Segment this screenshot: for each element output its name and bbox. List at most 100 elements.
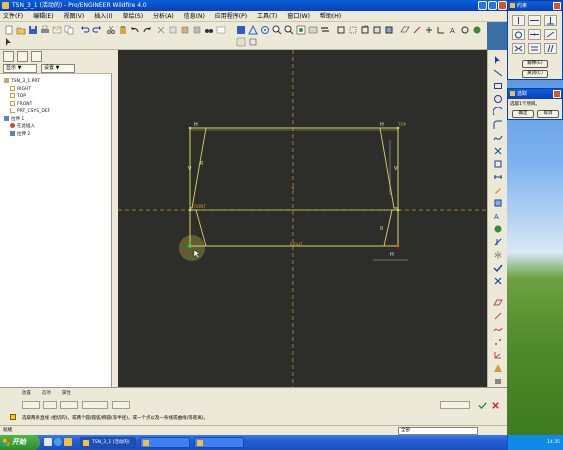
modify-tool-icon[interactable] [493, 185, 503, 195]
csys-tool-icon[interactable] [493, 350, 503, 360]
csys-display-icon[interactable] [436, 25, 446, 35]
start-button[interactable]: 开始 [0, 435, 40, 450]
perpendicular-constraint-button[interactable] [544, 15, 557, 26]
menu-analysis[interactable]: 分析(A) [153, 13, 174, 20]
sketch-view-icon[interactable] [236, 37, 246, 47]
menu-insert[interactable]: 插入(I) [94, 13, 112, 20]
use-edge-icon[interactable] [493, 159, 503, 169]
dashboard-combo-3[interactable] [60, 401, 78, 409]
dashboard-combo-5[interactable] [112, 401, 130, 409]
point-tool-icon[interactable] [493, 146, 503, 156]
taskbar-item-2[interactable] [140, 437, 190, 448]
redo-arrow-icon[interactable] [142, 25, 152, 35]
tab-properties[interactable]: 属性 [62, 390, 71, 396]
constraint-tool-icon[interactable] [493, 198, 503, 208]
dimension-tool-icon[interactable] [493, 172, 503, 182]
context-help-icon[interactable] [4, 37, 14, 47]
layers-icon[interactable] [320, 25, 330, 35]
tangent-constraint-button[interactable] [512, 29, 525, 40]
vertex-mid-left[interactable] [188, 208, 192, 212]
quit-x-icon[interactable] [493, 276, 503, 286]
vertex-bottom-right[interactable] [396, 244, 400, 248]
symmetric-constraint-button[interactable] [512, 43, 525, 54]
scissors-icon[interactable] [156, 25, 166, 35]
paste-icon[interactable] [118, 25, 128, 35]
cut-icon[interactable] [106, 25, 116, 35]
tab-options[interactable]: 选项 [42, 390, 51, 396]
spin-center-icon[interactable] [260, 25, 270, 35]
tree-item-extrude-1[interactable]: 拉伸 1 [2, 115, 110, 124]
hidden-line-icon[interactable] [348, 25, 358, 35]
no-hidden-icon[interactable] [372, 25, 382, 35]
sketch-right-lower-taper[interactable] [383, 209, 398, 247]
vertex-top-left[interactable] [188, 126, 192, 130]
tab-placement[interactable]: 放置 [22, 390, 31, 396]
paste-small-icon[interactable] [180, 25, 190, 35]
zoom-out-icon[interactable] [284, 25, 294, 35]
explain-button[interactable]: 解释(E) [522, 60, 548, 68]
equal-constraint-button[interactable] [528, 43, 541, 54]
dashboard-combo-2[interactable] [43, 401, 57, 409]
trim-tool-icon[interactable] [493, 237, 503, 247]
vertex-top-right[interactable] [396, 126, 400, 130]
constraints-close-icon[interactable] [553, 2, 561, 10]
vertical-constraint-button[interactable] [512, 15, 525, 26]
network-icon[interactable] [472, 25, 482, 35]
sketch-constraint-display-icon[interactable] [248, 37, 258, 47]
line-tool-icon[interactable] [493, 68, 503, 78]
copy-small-icon[interactable] [168, 25, 178, 35]
select-ok-button[interactable]: 确定 [512, 110, 534, 118]
dashboard-combo-6[interactable] [440, 401, 470, 409]
text-tool-icon[interactable]: A [493, 211, 503, 221]
vertex-bottom-left[interactable] [188, 244, 192, 248]
dashboard-cancel-x-icon[interactable] [491, 401, 500, 410]
menu-window[interactable]: 窗口(W) [287, 13, 310, 20]
email-icon[interactable] [52, 25, 62, 35]
settings-dropdown[interactable]: 设置 ▼ [41, 64, 75, 73]
tree-item-top[interactable]: TOP [2, 93, 110, 101]
close-button[interactable] [498, 1, 507, 10]
menu-view[interactable]: 视图(V) [63, 13, 84, 20]
tree-item-insert-here[interactable]: 在此插入 [2, 123, 110, 131]
rectangle-tool-icon[interactable] [493, 81, 503, 91]
zoom-in-icon[interactable] [272, 25, 282, 35]
taskbar-item-3[interactable] [194, 437, 244, 448]
tree-item-part[interactable]: TSN_3_1.PRT [2, 78, 110, 86]
mirror-tool-icon[interactable] [493, 250, 503, 260]
shell-tool-icon[interactable] [493, 376, 503, 386]
favorites-tab-icon[interactable] [31, 51, 42, 62]
circle-tool-icon[interactable] [493, 94, 503, 104]
sketch-rectangle[interactable] [189, 127, 399, 247]
annotation-display-icon[interactable]: A [448, 25, 458, 35]
vertex-center[interactable] [292, 187, 294, 189]
select-cancel-button[interactable]: 取消 [537, 110, 559, 118]
shading-icon[interactable] [384, 25, 394, 35]
datum-point-tool-icon[interactable] [493, 337, 503, 347]
spin-center-display-icon[interactable] [460, 25, 470, 35]
redo-icon[interactable] [92, 25, 102, 35]
undo-icon[interactable] [80, 25, 90, 35]
vertex-mid-right[interactable] [396, 208, 400, 212]
datum-point-display-icon[interactable] [424, 25, 434, 35]
datum-axis-tool-icon[interactable] [493, 311, 503, 321]
palette-tool-icon[interactable] [493, 224, 503, 234]
model-tree-tab-icon[interactable] [3, 51, 14, 62]
open-file-icon[interactable] [16, 25, 26, 35]
coincident-constraint-button[interactable] [544, 29, 557, 40]
print-icon[interactable] [40, 25, 50, 35]
fillet-tool-icon[interactable] [493, 120, 503, 130]
copy-icon[interactable] [64, 25, 74, 35]
tree-item-right[interactable]: RIGHT [2, 85, 110, 94]
saved-views-icon[interactable] [308, 25, 318, 35]
save-icon[interactable] [28, 25, 38, 35]
quick-launch-ie-icon[interactable] [54, 438, 62, 446]
horizontal-constraint-button[interactable] [528, 15, 541, 26]
datum-curve-tool-icon[interactable] [493, 324, 503, 334]
select-arrow-icon[interactable] [493, 55, 503, 65]
select-close-icon[interactable] [553, 90, 561, 98]
graphics-canvas[interactable]: H H H V V R R RIGHT FRONT TOP [118, 50, 487, 387]
minimize-button[interactable] [478, 1, 487, 10]
binoculars-icon[interactable] [204, 25, 214, 35]
display-style-icon[interactable] [336, 25, 346, 35]
paste-special-icon[interactable] [192, 25, 202, 35]
